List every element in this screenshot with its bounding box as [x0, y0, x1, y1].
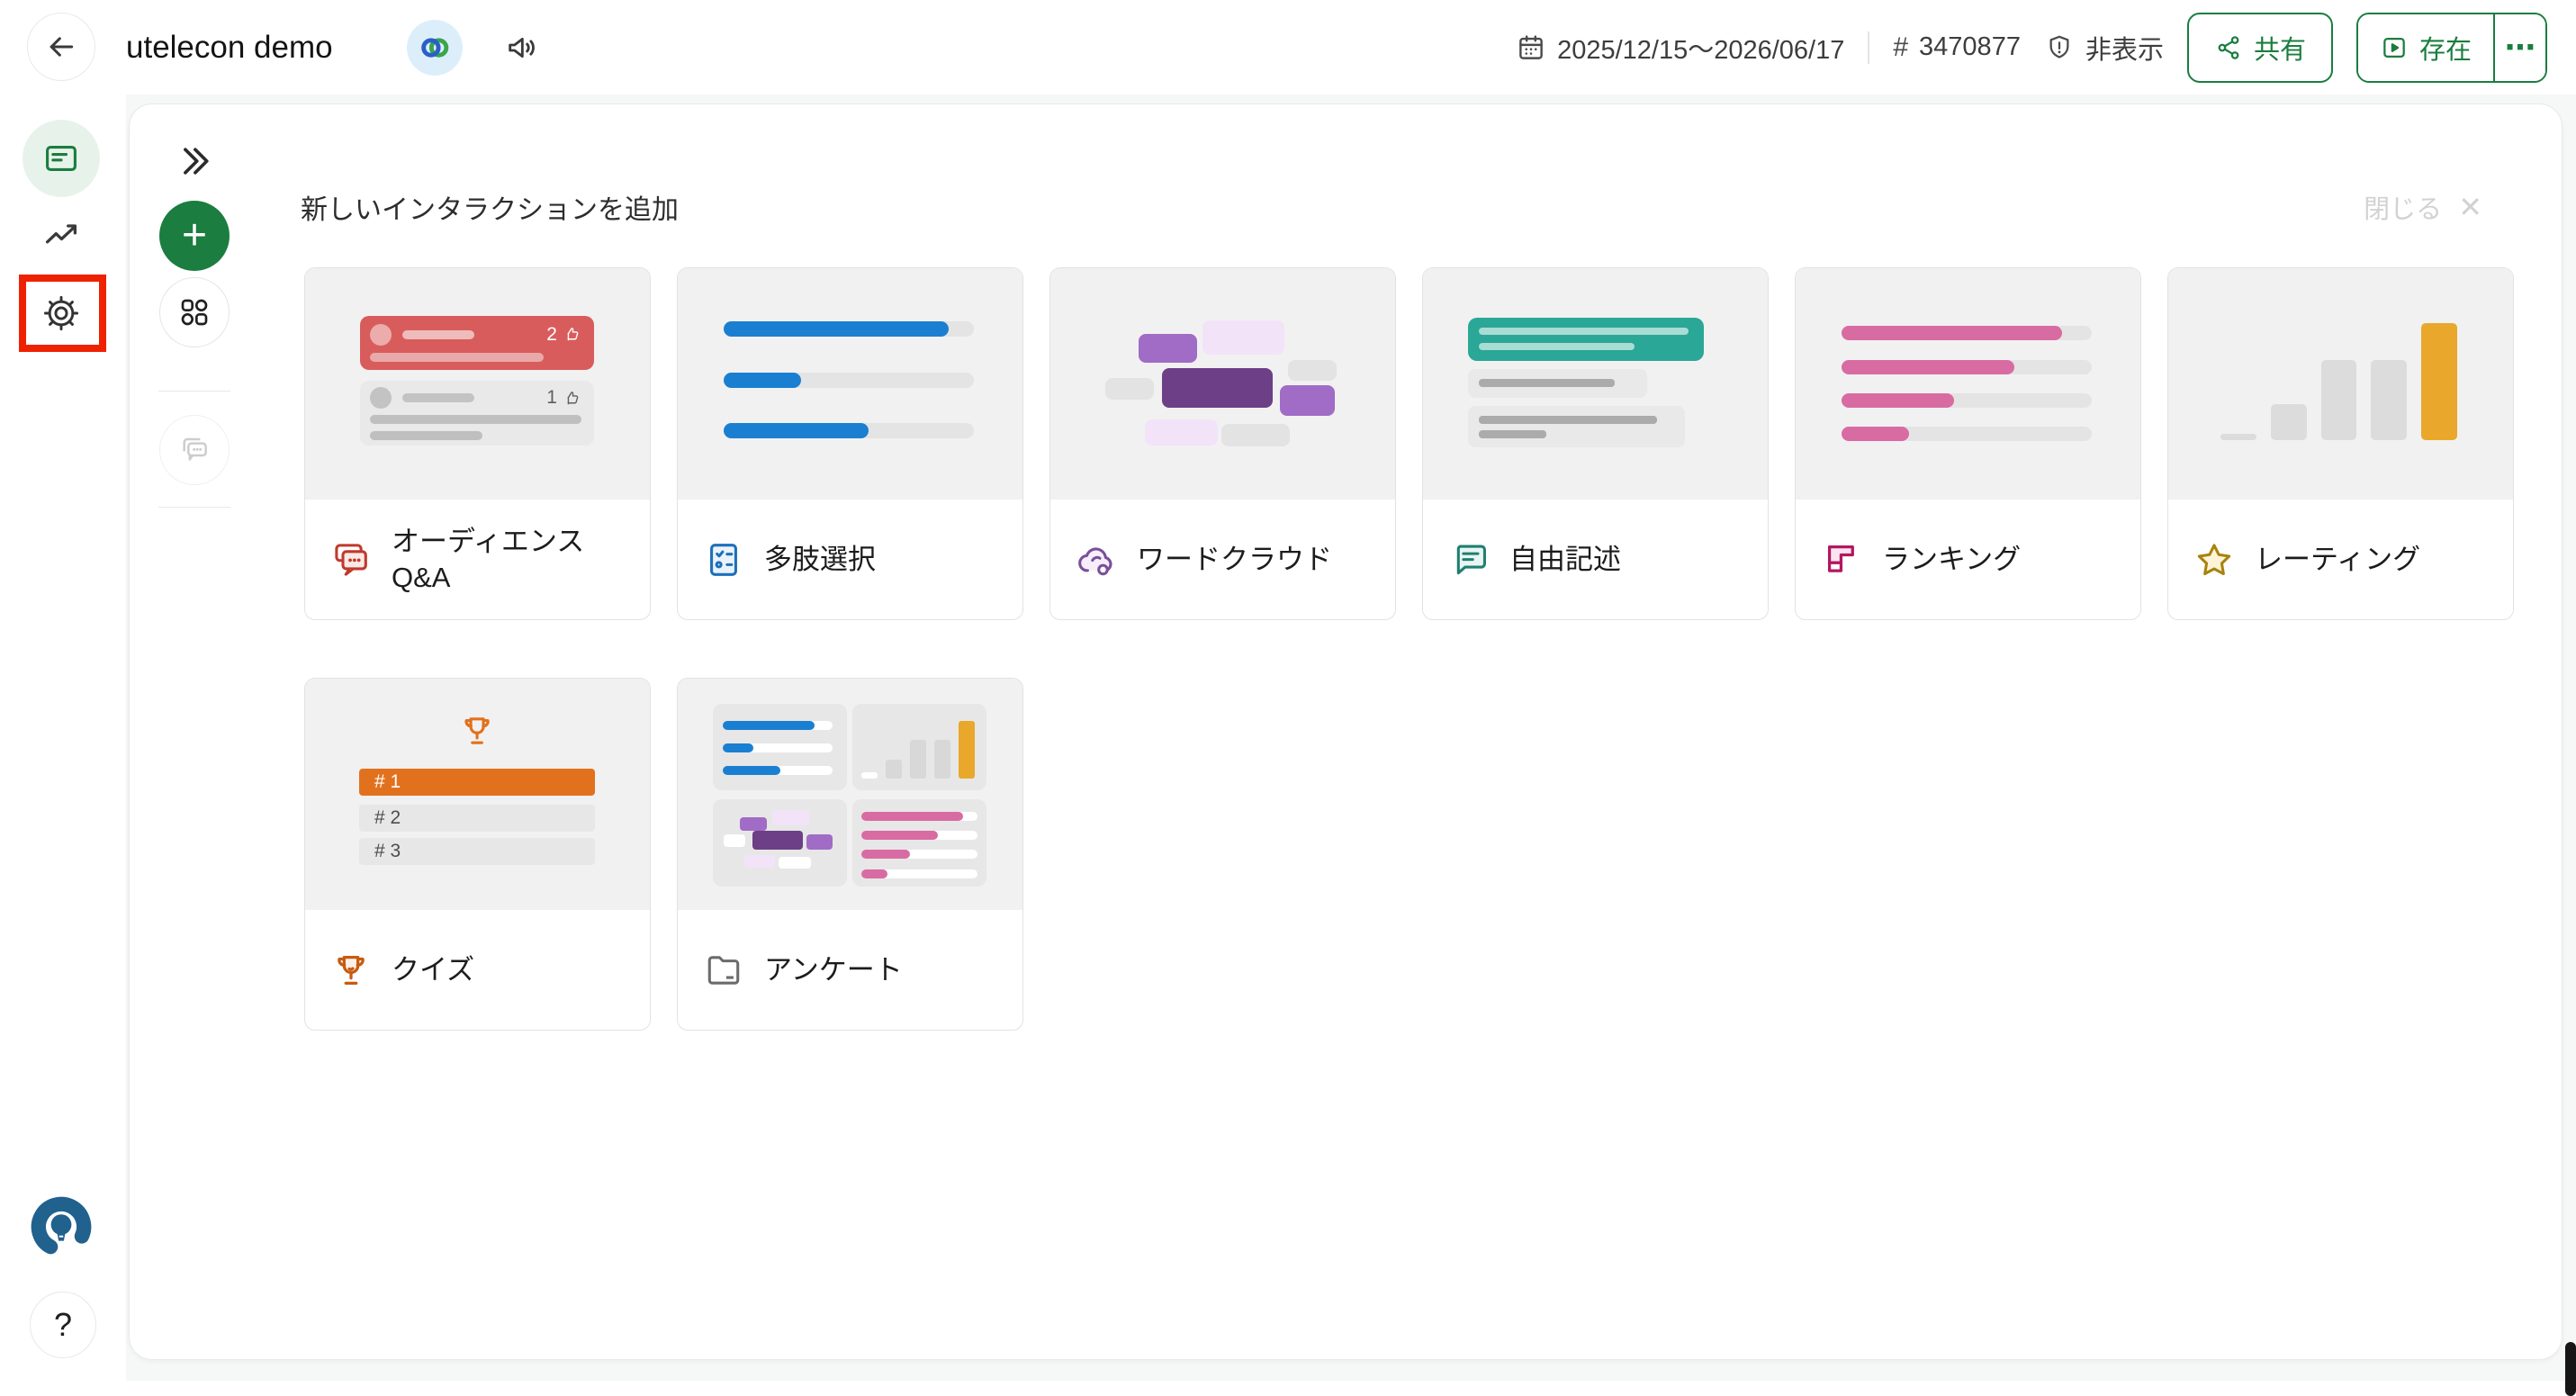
card-quiz[interactable]: # 1 # 2 # 3 クイズ [304, 678, 651, 1031]
nav-interactions-button[interactable] [23, 120, 100, 197]
card-open-text[interactable]: 自由記述 [1422, 267, 1769, 620]
card-label: ランキング [1882, 542, 2021, 578]
audience-qa-icon [330, 539, 372, 581]
card-rating[interactable]: レーティング [2167, 267, 2514, 620]
survey-folder-icon [703, 950, 744, 991]
event-dates[interactable]: 2025/12/15〜2026/06/17 [1516, 29, 1844, 67]
card-label: 多肢選択 [764, 542, 876, 578]
visibility-text: 非表示 [2085, 29, 2164, 67]
qa-illustration: 2 1 [305, 268, 650, 500]
interactions-panel: + 新しいインタラクションを追加 閉じる ✕ [129, 104, 2562, 1360]
survey-illustration [678, 679, 1022, 910]
calendar-icon [1516, 32, 1546, 63]
card-label: アンケート [764, 952, 903, 988]
event-code-text: 3470877 [1919, 32, 2021, 62]
expand-rail-button[interactable] [173, 140, 216, 184]
rating-illustration [2168, 268, 2513, 500]
card-word-cloud[interactable]: ワードクラウド [1049, 267, 1396, 620]
present-play-icon [2380, 33, 2409, 62]
thumbs-up-icon [563, 325, 582, 344]
trending-up-icon [41, 214, 81, 254]
chat-bubbles-icon [176, 432, 212, 468]
date-range-text: 2025/12/15〜2026/06/17 [1557, 29, 1844, 67]
topbar-divider [1868, 32, 1869, 64]
card-label: 自由記述 [1509, 542, 1621, 578]
avatar [370, 324, 392, 346]
main-area: ? + 新しいインタラクションを追加 閉じる ✕ [0, 95, 2576, 1381]
card-audience-qa[interactable]: 2 1 [304, 267, 651, 620]
rail-divider-2 [158, 507, 230, 508]
nav-settings-button[interactable] [23, 275, 100, 352]
quiz-trophy-icon [330, 950, 372, 991]
card-multiple-choice[interactable]: 多肢選択 [677, 267, 1023, 620]
gear-icon [41, 293, 81, 333]
open-text-icon [1448, 539, 1490, 581]
card-label: オーディエンス Q&A [392, 524, 632, 597]
thumbs-up-icon [563, 389, 582, 408]
like-count: 1 [546, 387, 557, 409]
card-label: レーティング [2255, 542, 2420, 578]
quiz-illustration: # 1 # 2 # 3 [305, 679, 650, 910]
templates-button[interactable] [159, 277, 230, 347]
announcement-sound-icon[interactable] [502, 28, 542, 68]
card-label: クイズ [392, 952, 474, 988]
share-icon [2214, 33, 2243, 62]
like-count: 2 [546, 324, 557, 346]
panel-heading: 新しいインタラクションを追加 [301, 187, 679, 227]
hash-icon: # [1893, 32, 1908, 63]
ranking-illustration [1796, 268, 2140, 500]
avatar [370, 387, 392, 409]
back-arrow-icon [43, 29, 79, 65]
webex-logo-icon[interactable] [407, 20, 463, 76]
rail-divider-1 [158, 391, 230, 392]
share-button[interactable]: 共有 [2187, 13, 2333, 83]
poll-card-icon [41, 139, 81, 178]
back-button[interactable] [27, 13, 95, 81]
open-text-illustration [1423, 268, 1768, 500]
topbar: utelecon demo 2025/12/15〜2026/06/17 # 34… [0, 0, 2576, 95]
card-ranking[interactable]: ランキング [1795, 267, 2141, 620]
close-panel-button[interactable]: 閉じる ✕ [2364, 188, 2482, 226]
panel-header: 新しいインタラクションを追加 閉じる ✕ [301, 187, 2482, 227]
utelecon-logo-icon [26, 1192, 96, 1262]
trophy-icon [458, 707, 496, 755]
help-button[interactable]: ? [30, 1292, 96, 1358]
interaction-grid: 2 1 [304, 267, 2514, 1031]
card-survey[interactable]: アンケート [677, 678, 1023, 1031]
event-title: utelecon demo [126, 0, 333, 95]
double-chevron-right-icon [175, 141, 214, 181]
ranking-icon [1821, 539, 1862, 581]
topbar-actions: 2025/12/15〜2026/06/17 # 3470877 非表示 共有 存… [1516, 0, 2547, 95]
outer-sidebar: ? [0, 95, 126, 1381]
card-label: ワードクラウド [1137, 542, 1332, 578]
multiple-choice-icon [703, 539, 744, 581]
nav-analytics-button[interactable] [23, 195, 100, 273]
rating-star-icon [2193, 539, 2235, 581]
close-icon: ✕ [2458, 190, 2482, 224]
word-cloud-illustration [1050, 268, 1395, 500]
multiple-choice-illustration [678, 268, 1022, 500]
add-interaction-button[interactable]: + [159, 201, 230, 271]
scrollbar-thumb[interactable] [2565, 1342, 2576, 1396]
word-cloud-icon [1076, 539, 1117, 581]
visibility-status[interactable]: 非表示 [2044, 29, 2164, 67]
shield-alert-icon [2044, 32, 2075, 63]
present-button-group: 存在 ⋯ [2356, 13, 2547, 83]
event-code[interactable]: # 3470877 [1893, 32, 2021, 63]
present-more-button[interactable]: ⋯ [2495, 14, 2545, 81]
chat-button[interactable] [159, 415, 230, 485]
present-button[interactable]: 存在 [2358, 14, 2493, 81]
grid-icon [176, 294, 212, 330]
